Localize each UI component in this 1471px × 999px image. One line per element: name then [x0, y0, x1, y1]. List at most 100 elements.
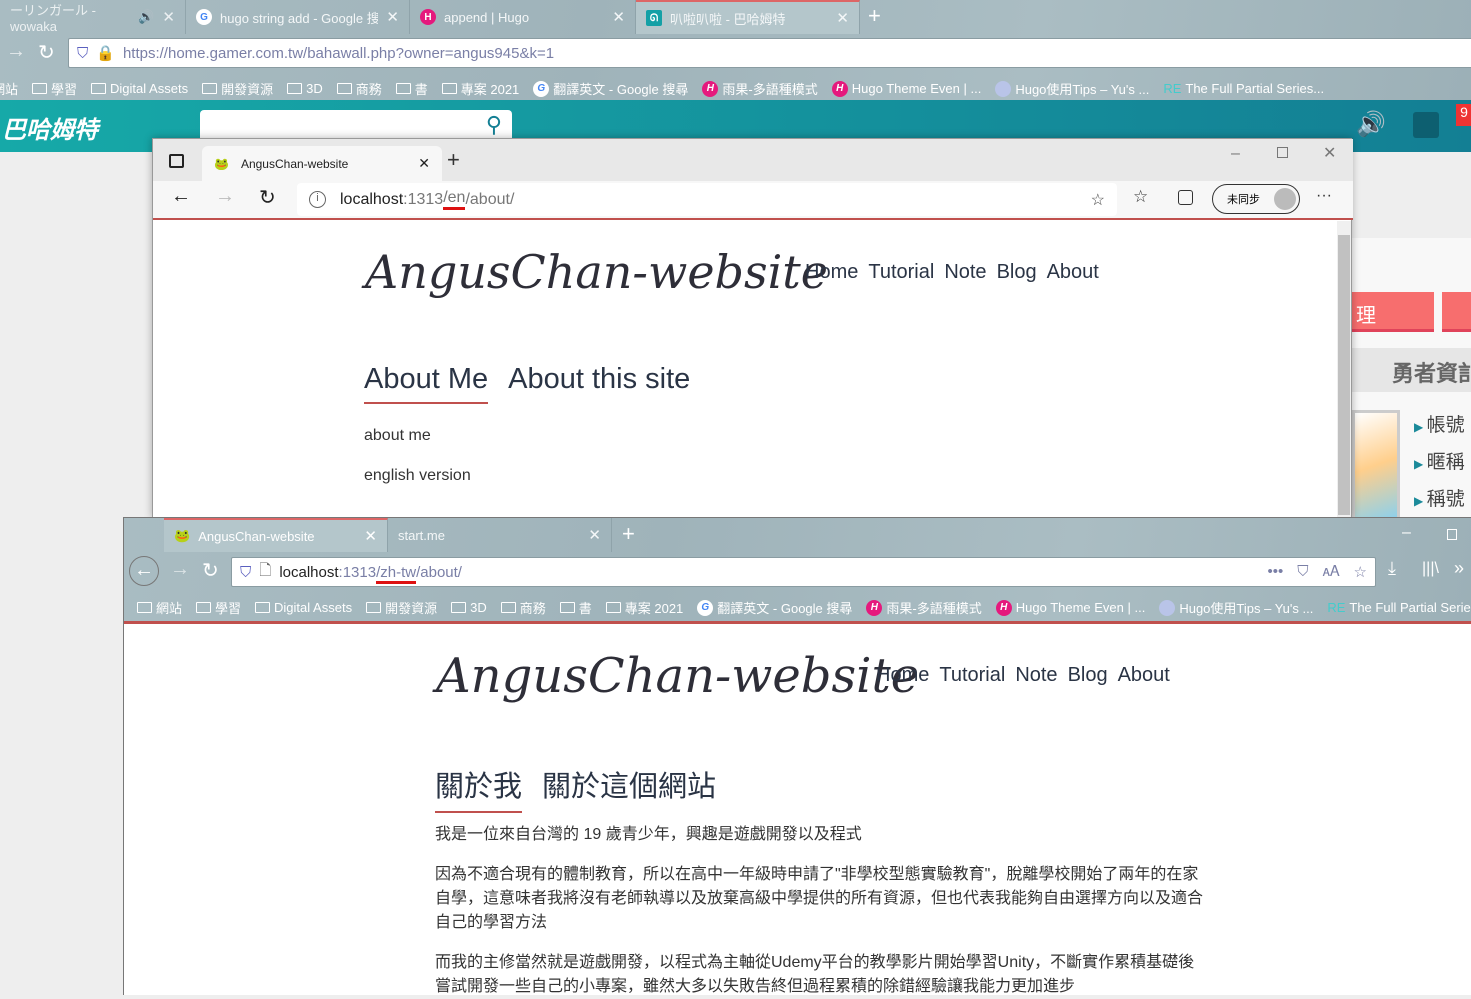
edge-address-bar[interactable]: i localhost:1313/en/about/ ☆ [297, 183, 1117, 216]
bookmark[interactable]: Hugo使用Tips – Yu's ... [1159, 598, 1313, 617]
bookmark[interactable]: Hugo使用Tips – Yu's ... [995, 79, 1149, 98]
fx-bookmarks-bar: 網站 學習 Digital Assets 開發資源 3D 商務 書 專案 202… [137, 598, 1471, 617]
close-icon[interactable]: ✕ [418, 155, 430, 172]
nav-home[interactable]: Home [876, 664, 929, 687]
bahamut-red-button[interactable]: 理 [1342, 292, 1434, 332]
bookmark[interactable]: REThe Full Partial Series... [1327, 600, 1471, 615]
nav-about[interactable]: About [1047, 261, 1099, 284]
profile-button[interactable]: 未同步 [1212, 184, 1300, 214]
nav-blog[interactable]: Blog [997, 261, 1037, 284]
bookmark[interactable]: 商務 [500, 598, 546, 617]
tab-about-me[interactable]: About Me [364, 363, 489, 404]
favorites-icon[interactable]: ☆ [1133, 187, 1148, 207]
nav-about[interactable]: About [1118, 664, 1170, 687]
bookmark[interactable]: 網站 [137, 598, 182, 617]
site-logo[interactable]: AngusChan-website [436, 648, 919, 704]
bookmark[interactable]: 商務 [336, 79, 382, 98]
fx-tab-active[interactable]: 🐸 AngusChan-website ✕ [164, 518, 388, 552]
bookmark[interactable]: 開發資源 [366, 598, 437, 617]
back-tab-0[interactable]: ーリンガール - wowaka 🔊 ✕ [0, 0, 186, 34]
nav-home[interactable]: Home [805, 261, 858, 284]
reload-button[interactable]: ↻ [38, 40, 55, 65]
tab-about-me[interactable]: 關於我 [435, 763, 523, 813]
forward-button[interactable]: → [6, 40, 26, 63]
notification-speaker-icon[interactable]: 🔊 [1356, 110, 1386, 139]
add-favorite-icon[interactable]: ☆ [1091, 190, 1105, 210]
fx-tab-startme[interactable]: start.me ✕ [388, 518, 612, 552]
nav-tutorial[interactable]: Tutorial [939, 664, 1005, 687]
tab-about-site[interactable]: About this site [508, 363, 690, 404]
close-icon[interactable]: ✕ [836, 9, 849, 27]
bahamut-logo[interactable]: 巴哈姆特 [2, 110, 98, 145]
nav-tutorial[interactable]: Tutorial [868, 261, 934, 284]
pocket-icon[interactable]: ⛉ [1297, 563, 1308, 581]
close-icon[interactable]: ✕ [588, 526, 601, 544]
bookmark[interactable]: 學習 [196, 598, 241, 617]
collections-icon[interactable] [1178, 190, 1193, 205]
bookmark[interactable]: G 翻譯英文 - Google 搜尋 [697, 598, 852, 617]
bookmark[interactable]: 書 [559, 598, 592, 617]
new-tab-button[interactable]: + [868, 3, 881, 29]
bookmark[interactable]: 網站 [0, 79, 18, 98]
bookmark[interactable]: 學習 [32, 79, 77, 98]
reload-button[interactable]: ↻ [202, 558, 219, 583]
refresh-button[interactable]: ↻ [259, 185, 276, 210]
bookmark[interactable]: 3D [451, 600, 487, 615]
back-url-bar[interactable]: ⛉ 🔒 https://home.gamer.com.tw/bahawall.ph… [68, 38, 1471, 68]
fx-url-bar[interactable]: ⛉ 🗋 localhost:1313/zh-tw/about/ ••• ⛉ 🗚 ☆ [231, 557, 1376, 587]
nav-note[interactable]: Note [944, 261, 986, 284]
bookmark[interactable]: G 翻譯英文 - Google 搜尋 [533, 79, 688, 98]
back-button[interactable]: ← [171, 185, 191, 208]
new-tab-button[interactable]: + [447, 147, 460, 173]
close-window-button[interactable]: ✕ [1323, 143, 1336, 163]
page-actions-icon[interactable]: ••• [1268, 563, 1284, 581]
close-icon[interactable]: ✕ [364, 527, 377, 545]
bookmark[interactable]: H 雨果-多語種模式 [702, 79, 818, 98]
site-logo[interactable]: AngusChan-website [365, 245, 828, 299]
bookmark[interactable]: Digital Assets [255, 600, 352, 615]
download-icon[interactable]: ⤓ [1388, 558, 1396, 579]
edge-tab-active[interactable]: 🐸 AngusChan-website ✕ [202, 146, 442, 181]
search-icon[interactable]: ⚲ [486, 112, 502, 138]
bookmark[interactable]: 3D [287, 81, 323, 96]
bookmark[interactable]: 書 [395, 79, 428, 98]
maximize-button[interactable] [1277, 147, 1288, 158]
bookmark[interactable]: H 雨果-多語種模式 [866, 598, 982, 617]
bahamut-red-button-2[interactable] [1442, 292, 1471, 332]
back-tab-1[interactable]: Ghugo string add - Google 搜尋 ✕ [186, 0, 410, 34]
tab-about-site[interactable]: 關於這個網站 [542, 763, 716, 813]
new-tab-button[interactable]: + [622, 521, 635, 547]
translate-icon[interactable]: 🗚 [1323, 563, 1340, 581]
back-tab-2[interactable]: Happend | Hugo ✕ [410, 0, 636, 34]
tab-actions-icon[interactable] [169, 154, 184, 168]
speaker-icon[interactable]: 🔊 [138, 9, 154, 25]
edge-scrollbar[interactable] [1337, 221, 1351, 519]
forward-button[interactable]: → [215, 185, 235, 208]
bookmark[interactable]: H Hugo Theme Even | ... [995, 599, 1145, 616]
close-icon[interactable]: ✕ [386, 8, 399, 26]
bookmark[interactable]: REThe Full Partial Series... [1163, 81, 1324, 96]
bookmark-star-icon[interactable]: ☆ [1354, 563, 1367, 581]
bookmark[interactable]: 專案 2021 [605, 598, 683, 617]
close-icon[interactable]: ✕ [612, 8, 625, 26]
library-icon[interactable]: |||\ [1422, 560, 1439, 578]
forward-button[interactable]: → [170, 558, 190, 581]
notification-badge[interactable]: 9 [1456, 104, 1471, 126]
more-menu-button[interactable]: ··· [1316, 187, 1332, 205]
minimize-button[interactable]: – [1402, 524, 1411, 542]
maximize-button[interactable] [1447, 529, 1457, 540]
close-icon[interactable]: ✕ [162, 8, 175, 26]
rss-icon[interactable] [1413, 112, 1439, 138]
avatar [1274, 188, 1296, 210]
back-button[interactable]: ← [129, 556, 159, 586]
bookmark[interactable]: H Hugo Theme Even | ... [831, 80, 981, 97]
minimize-button[interactable]: – [1231, 145, 1240, 163]
back-tab-3-active[interactable]: ᘏ 叭啦叭啦 - 巴哈姆特 ✕ [636, 0, 860, 34]
bookmark[interactable]: 開發資源 [202, 79, 273, 98]
folder-icon [91, 83, 107, 94]
nav-note[interactable]: Note [1015, 664, 1057, 687]
bookmark[interactable]: Digital Assets [91, 81, 188, 96]
bookmark[interactable]: 專案 2021 [441, 79, 519, 98]
overflow-icon[interactable]: » [1454, 558, 1464, 579]
nav-blog[interactable]: Blog [1068, 664, 1108, 687]
